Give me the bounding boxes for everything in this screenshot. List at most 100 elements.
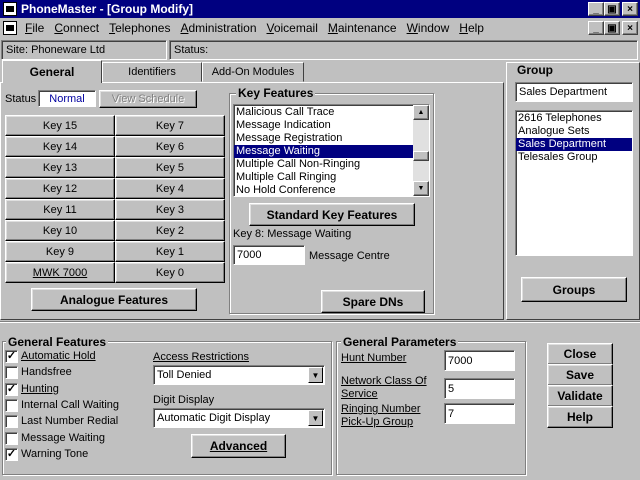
advanced-button[interactable]: Advanced: [191, 434, 286, 458]
key-feature-item[interactable]: Malicious Call Trace: [234, 106, 413, 119]
key-feature-item[interactable]: Multiple Call Non-Ringing: [234, 158, 413, 171]
current-key-label: Key 8: Message Waiting: [233, 228, 352, 240]
phonemaster-app-icon[interactable]: [3, 2, 17, 16]
analogue-features-button[interactable]: Analogue Features: [31, 288, 197, 311]
group-list-item[interactable]: 2616 Telephones: [516, 112, 632, 125]
key-button-left-6[interactable]: Key 9: [5, 241, 115, 262]
key-button-label: Key 15: [42, 119, 78, 132]
child-restore-button[interactable]: ▣: [604, 21, 620, 35]
key-button-right-5[interactable]: Key 2: [115, 220, 225, 241]
key-feature-item[interactable]: Multiple Call Ringing: [234, 171, 413, 184]
menu-telephones[interactable]: Telephones: [104, 21, 175, 35]
menu-help[interactable]: Help: [454, 21, 489, 35]
key-features-list[interactable]: Malicious Call Trace Message Indication Me…: [233, 104, 430, 197]
menu-administration[interactable]: Administration: [175, 21, 261, 35]
ncos-label-line1: Network Class Of: [341, 375, 427, 387]
key-button-label: Key 7: [155, 119, 185, 132]
group-list[interactable]: 2616 Telephones Analogue Sets Sales Depart…: [515, 110, 633, 256]
groups-button[interactable]: Groups: [521, 277, 627, 302]
menu-maintenance[interactable]: Maintenance: [323, 21, 402, 35]
key-button-right-0[interactable]: Key 7: [115, 115, 225, 136]
group-list-item[interactable]: Telesales Group: [516, 151, 632, 164]
menu-voicemail[interactable]: Voicemail: [262, 21, 323, 35]
menu-window[interactable]: Window: [402, 21, 455, 35]
minimize-button[interactable]: _: [588, 2, 604, 16]
scroll-thumb[interactable]: [413, 151, 429, 161]
key-button-left-0[interactable]: Key 15: [5, 115, 115, 136]
key-button-label: Key 12: [42, 182, 78, 195]
checkbox-label[interactable]: Automatic Hold: [21, 350, 96, 362]
key-button-left-5[interactable]: Key 10: [5, 220, 115, 241]
key-button-left-2[interactable]: Key 13: [5, 157, 115, 178]
key-button-label: Key 6: [155, 140, 185, 153]
access-restrictions-select[interactable]: Toll Denied ▼: [153, 365, 325, 385]
checkbox-label[interactable]: Handsfree: [21, 366, 72, 378]
close-window-button[interactable]: ×: [622, 2, 638, 16]
access-restrictions-label: Access Restrictions: [153, 351, 249, 363]
key-button-label: Key 2: [155, 224, 185, 237]
save-button[interactable]: Save: [547, 364, 613, 386]
tab-identifiers[interactable]: Identifiers: [102, 62, 202, 82]
checkbox-label[interactable]: Hunting: [21, 383, 59, 395]
key-button-left-7[interactable]: MWK 7000: [5, 262, 115, 283]
key-button-right-6[interactable]: Key 1: [115, 241, 225, 262]
checkbox-label[interactable]: Message Waiting: [21, 432, 105, 444]
tab-general[interactable]: General: [2, 60, 102, 83]
key-button-right-2[interactable]: Key 5: [115, 157, 225, 178]
key-button-label: Key 1: [155, 245, 185, 258]
chevron-down-icon[interactable]: ▼: [308, 410, 323, 426]
scroll-up-arrow[interactable]: ▲: [413, 105, 429, 120]
checkbox-message-waiting[interactable]: [5, 431, 18, 445]
key-button-left-1[interactable]: Key 14: [5, 136, 115, 157]
ncos-input[interactable]: 5: [444, 378, 515, 399]
mdi-child-icon[interactable]: [3, 21, 17, 35]
checkbox-label[interactable]: Internal Call Waiting: [21, 399, 119, 411]
rnpg-input[interactable]: 7: [444, 403, 515, 424]
checkbox-hunting[interactable]: ✓: [5, 382, 18, 396]
checkbox-label[interactable]: Last Number Redial: [21, 415, 118, 427]
checkbox-handsfree[interactable]: [5, 366, 18, 380]
checkbox-label[interactable]: Warning Tone: [21, 448, 88, 460]
group-list-item[interactable]: Sales Department: [516, 138, 632, 151]
key-feature-item[interactable]: Message Registration: [234, 132, 413, 145]
key-button-left-4[interactable]: Key 11: [5, 199, 115, 220]
checkbox-warning-tone[interactable]: ✓: [5, 447, 18, 461]
checkbox-last-number-redial[interactable]: [5, 415, 18, 429]
key-button-right-4[interactable]: Key 3: [115, 199, 225, 220]
validate-button[interactable]: Validate: [547, 385, 613, 407]
status-value-field: Normal: [38, 90, 96, 107]
key-button-right-1[interactable]: Key 6: [115, 136, 225, 157]
group-list-item[interactable]: Analogue Sets: [516, 125, 632, 138]
menu-connect[interactable]: Connect: [49, 21, 104, 35]
child-close-button[interactable]: ×: [622, 21, 638, 35]
key-button-label: Key 0: [155, 266, 185, 279]
chevron-down-icon[interactable]: ▼: [308, 367, 323, 383]
key-feature-item[interactable]: No Hold Conference: [234, 184, 413, 196]
key-feature-item[interactable]: Message Waiting: [234, 145, 413, 158]
help-button[interactable]: Help: [547, 406, 613, 428]
key-button-label: Key 10: [42, 224, 78, 237]
key-button-right-7[interactable]: Key 0: [115, 262, 225, 283]
spare-dns-button[interactable]: Spare DNs: [321, 290, 425, 313]
tab-add-on-modules[interactable]: Add-On Modules: [202, 62, 304, 82]
menu-file[interactable]: File: [20, 21, 49, 35]
checkbox-internal-call-waiting[interactable]: [5, 398, 18, 412]
key-features-scrollbar[interactable]: ▲ ▼: [413, 105, 429, 196]
scroll-down-arrow[interactable]: ▼: [413, 181, 429, 196]
hunt-number-input[interactable]: 7000: [444, 350, 515, 371]
key-button-left-3[interactable]: Key 12: [5, 178, 115, 199]
group-name-input[interactable]: Sales Department: [515, 82, 633, 102]
close-button[interactable]: Close: [547, 343, 613, 365]
title-bar: PhoneMaster - [Group Modify] _ ▣ ×: [0, 0, 640, 18]
key-button-right-3[interactable]: Key 4: [115, 178, 225, 199]
key-button-label: Key 9: [45, 245, 75, 258]
view-schedule-button[interactable]: View Schedule: [99, 90, 197, 108]
key-button-label: Key 3: [155, 203, 185, 216]
key-feature-item[interactable]: Message Indication: [234, 119, 413, 132]
restore-button[interactable]: ▣: [604, 2, 620, 16]
checkbox-automatic-hold[interactable]: ✓: [5, 350, 18, 363]
child-minimize-button[interactable]: _: [588, 21, 604, 35]
message-centre-number-input[interactable]: 7000: [233, 245, 305, 265]
digit-display-select[interactable]: Automatic Digit Display ▼: [153, 408, 325, 428]
standard-key-features-button[interactable]: Standard Key Features: [249, 203, 415, 226]
